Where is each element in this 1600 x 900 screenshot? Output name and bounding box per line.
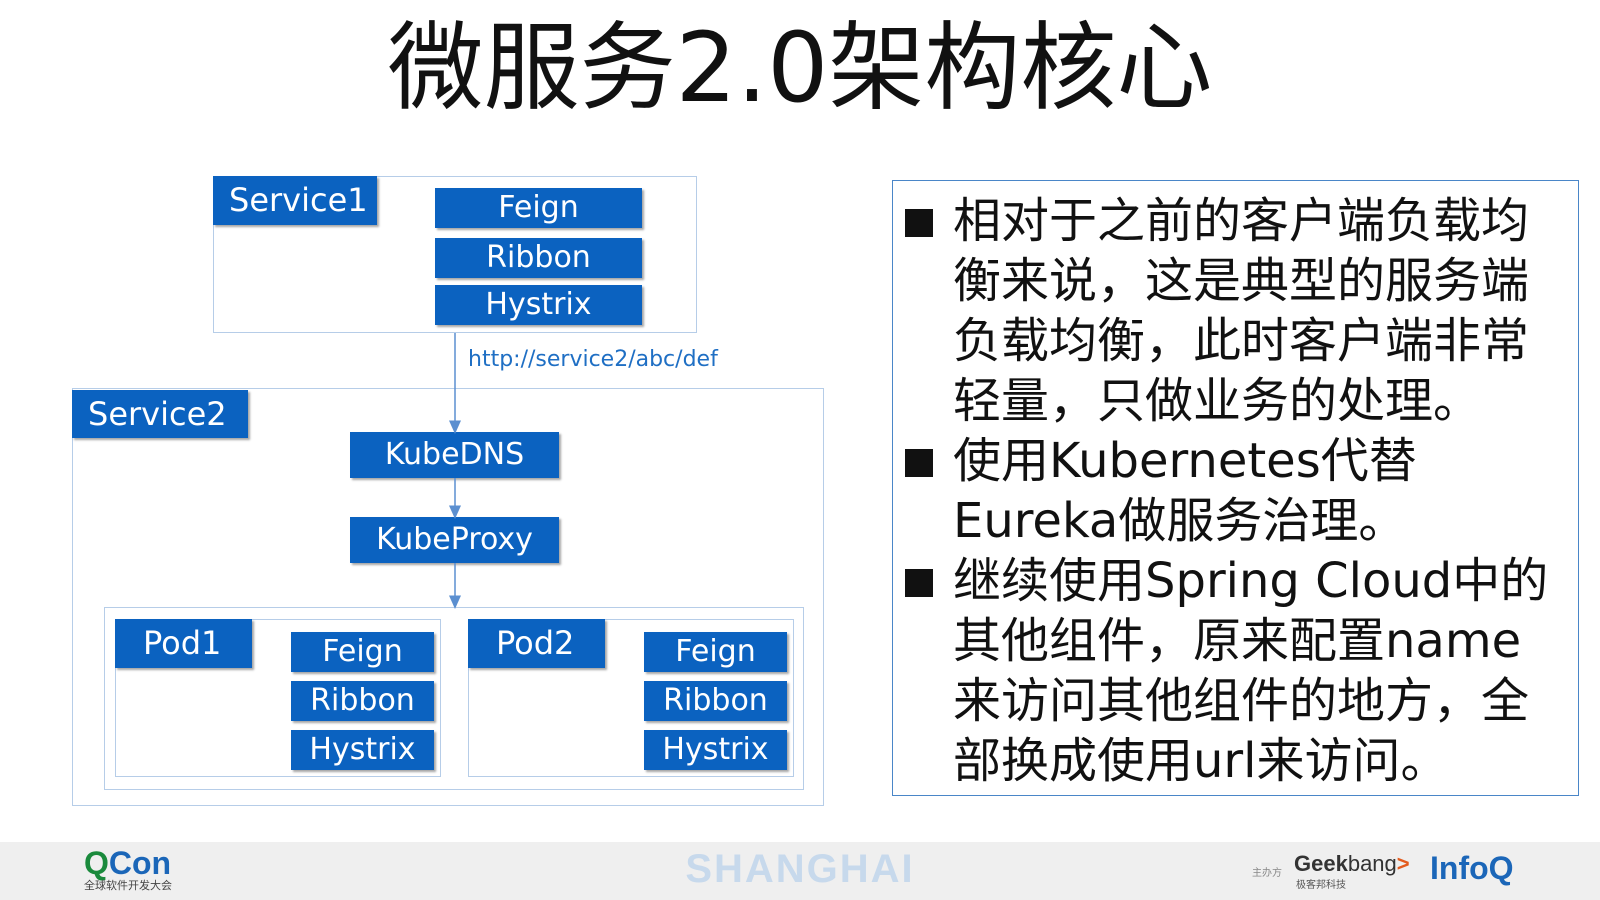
geekbang-subtitle: 极客邦科技 — [1296, 880, 1346, 891]
bullet-square-icon — [905, 209, 933, 237]
geekbang-logo-arrow: > — [1396, 851, 1410, 876]
geekbang-logo: Geekbang> — [1294, 852, 1410, 876]
geekbang-logo-bang: bang — [1347, 851, 1397, 876]
geekbang-logo-geek: Geek — [1294, 851, 1348, 876]
notes-panel: 相对于之前的客户端负载均衡来说，这是典型的服务端负载均衡，此时客户端非常轻量，只… — [892, 180, 1579, 796]
bullet-square-icon — [905, 449, 933, 477]
bullet-text: 继续使用Spring Cloud中的其他组件，原来配置name来访问其他组件的地… — [953, 553, 1549, 789]
sponsor-label: 主办方 — [1252, 868, 1282, 879]
slide: 微服务2.0架构核心 Service1 Feign Ribbon Hystrix… — [0, 0, 1600, 900]
bullet-text: 相对于之前的客户端负载均衡来说，这是典型的服务端负载均衡，此时客户端非常轻量，只… — [953, 193, 1530, 429]
bullet-square-icon — [905, 569, 933, 597]
bullet-text: 使用Kubernetes代替Eureka做服务治理。 — [953, 433, 1417, 549]
infoq-logo: InfoQ — [1430, 850, 1514, 886]
